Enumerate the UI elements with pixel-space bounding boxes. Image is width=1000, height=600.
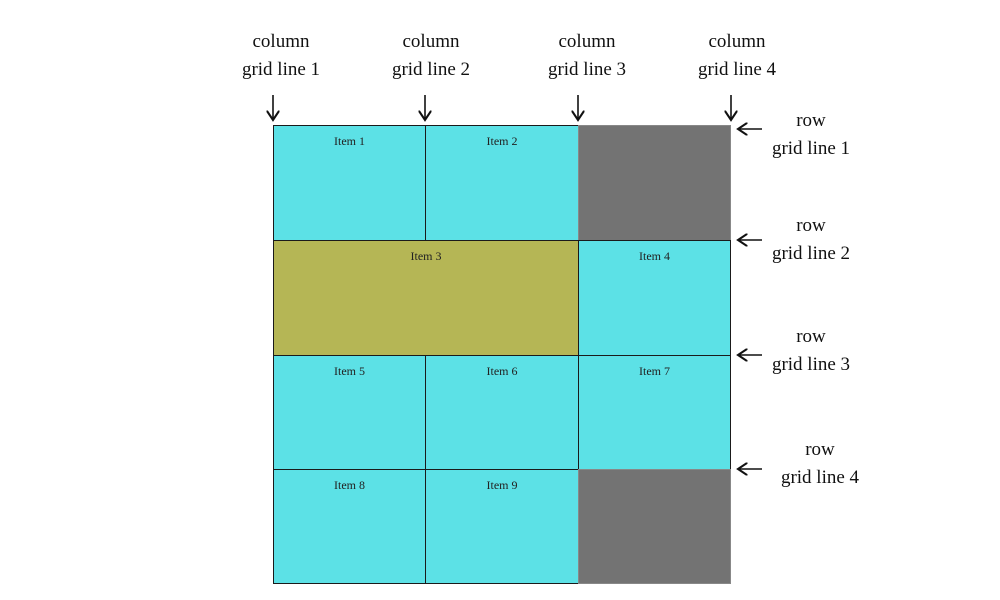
grid-item-5: Item 5 [273, 355, 426, 470]
grid-item-2: Item 2 [425, 125, 579, 241]
grid-item-8: Item 8 [273, 469, 426, 584]
grid-item-4: Item 4 [578, 240, 731, 356]
grid-item-3: Item 3 [273, 240, 579, 356]
empty-cell [578, 469, 731, 584]
grid-item-6: Item 6 [425, 355, 579, 470]
grid-item-7: Item 7 [578, 355, 731, 470]
grid-item-9: Item 9 [425, 469, 579, 584]
grid-item-1: Item 1 [273, 125, 426, 241]
empty-cell [578, 125, 731, 241]
